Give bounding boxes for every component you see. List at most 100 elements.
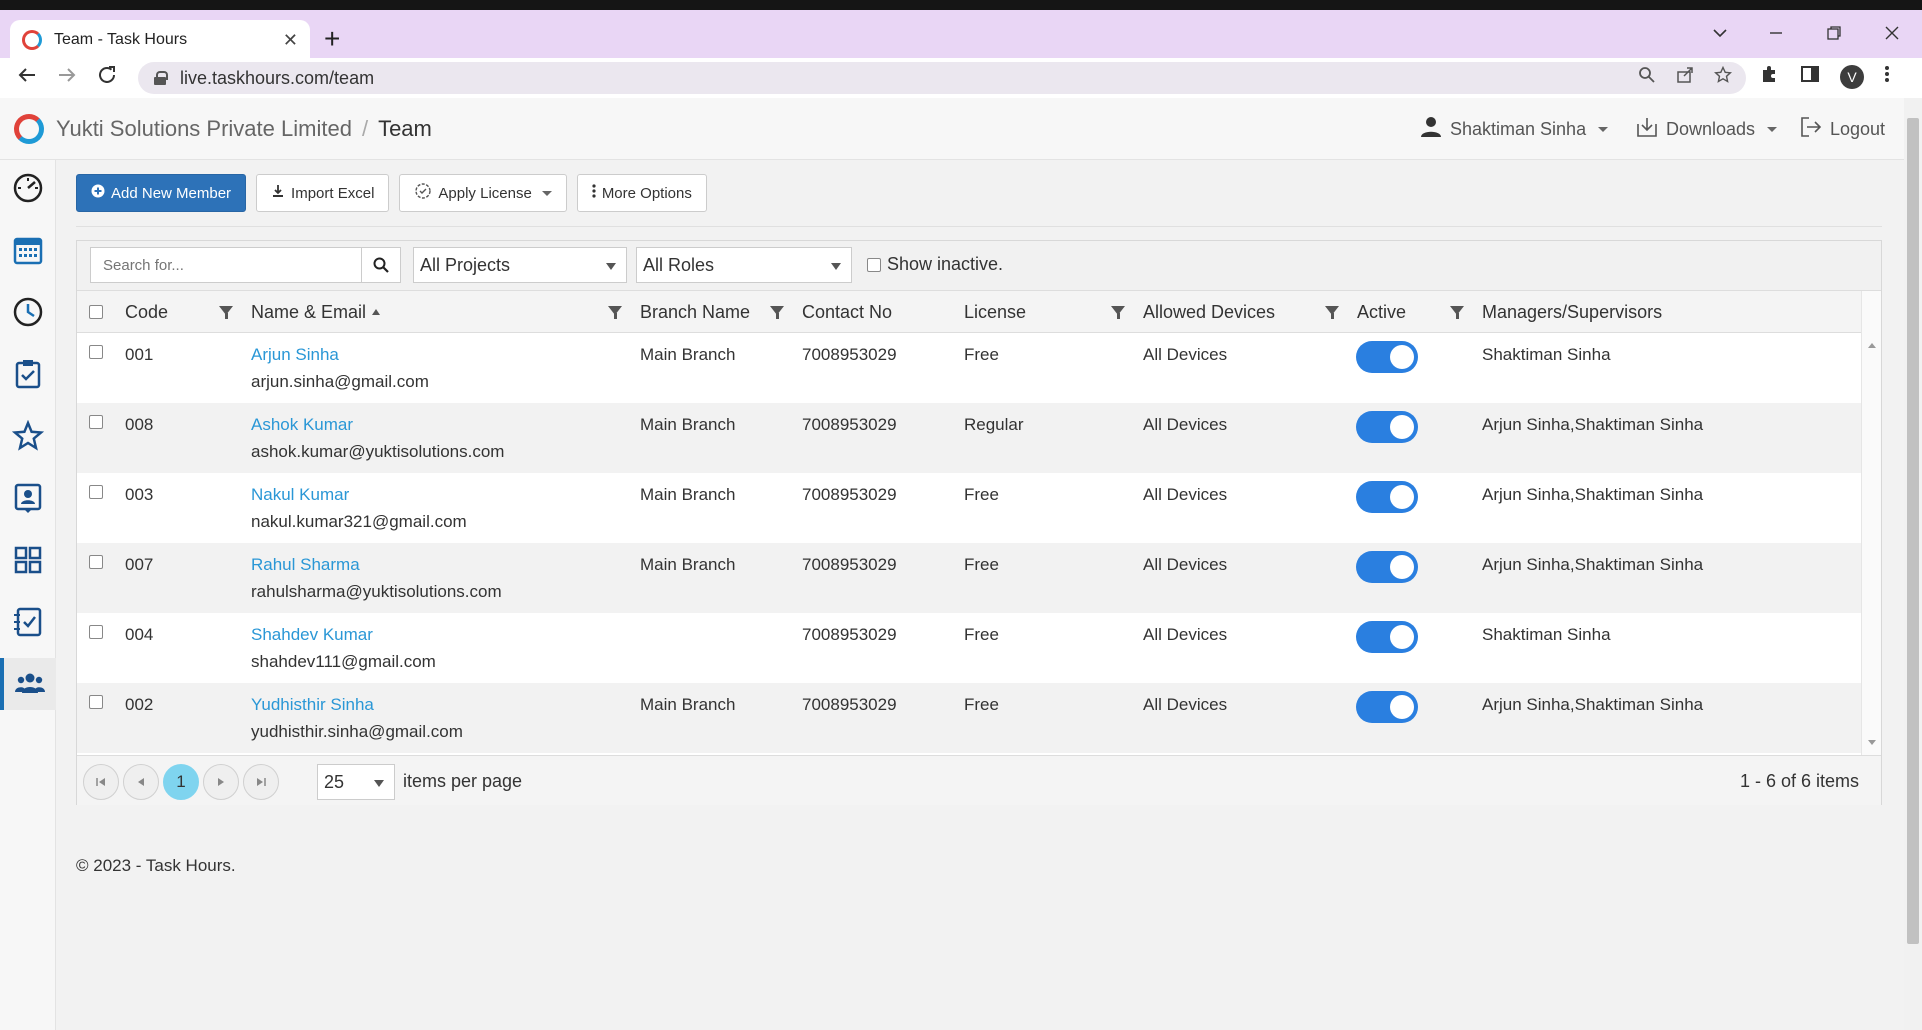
- sidebar-item-team[interactable]: [0, 658, 56, 710]
- active-toggle[interactable]: [1356, 341, 1418, 373]
- apply-license-button[interactable]: Apply License: [399, 174, 567, 212]
- restore-icon[interactable]: [1826, 24, 1842, 47]
- roles-select[interactable]: All Roles: [636, 247, 852, 283]
- table-row[interactable]: 003 Nakul Kumar nakul.kumar321@gmail.com …: [77, 473, 1861, 543]
- caret-down-icon: [1767, 127, 1778, 132]
- next-page-button[interactable]: [203, 764, 239, 800]
- page-size-select[interactable]: 25: [317, 764, 395, 800]
- table-row[interactable]: 001 Arjun Sinha arjun.sinha@gmail.com Mai…: [77, 333, 1861, 403]
- member-name-link[interactable]: Shahdev Kumar: [251, 625, 373, 644]
- column-filter-icon[interactable]: [608, 306, 622, 319]
- active-toggle[interactable]: [1356, 691, 1418, 723]
- sort-ascending-icon: [372, 309, 381, 315]
- downloads-menu[interactable]: Downloads: [1636, 116, 1778, 143]
- forward-arrow-icon[interactable]: [56, 64, 78, 92]
- member-name-link[interactable]: Yudhisthir Sinha: [251, 695, 374, 714]
- close-window-icon[interactable]: [1884, 24, 1900, 47]
- user-menu[interactable]: Shaktiman Sinha: [1420, 116, 1609, 143]
- column-header-branch[interactable]: Branch Name: [640, 291, 750, 333]
- sidebar-item-approvals[interactable]: [0, 348, 56, 400]
- row-checkbox[interactable]: [89, 485, 103, 499]
- bookmark-star-icon[interactable]: [1713, 65, 1733, 89]
- sidebar-item-tasks[interactable]: [0, 596, 56, 648]
- profile-avatar[interactable]: V: [1840, 64, 1864, 89]
- grid-scrollbar[interactable]: [1861, 291, 1881, 755]
- more-options-button[interactable]: More Options: [576, 174, 707, 212]
- show-inactive-toggle[interactable]: Show inactive.: [867, 254, 1003, 275]
- app-logo-icon[interactable]: [14, 114, 44, 144]
- active-toggle[interactable]: [1356, 481, 1418, 513]
- app-header: Yukti Solutions Private Limited / Team Sha…: [0, 98, 1904, 160]
- back-arrow-icon[interactable]: [16, 64, 38, 92]
- table-row[interactable]: 008 Ashok Kumar ashok.kumar@yuktisolution…: [77, 403, 1861, 473]
- zoom-search-icon[interactable]: [1638, 66, 1656, 89]
- column-header-name-email[interactable]: Name & Email: [251, 291, 381, 333]
- column-filter-icon[interactable]: [1450, 306, 1464, 319]
- first-page-button[interactable]: [83, 764, 119, 800]
- import-excel-button[interactable]: Import Excel: [256, 174, 390, 212]
- sidebar-item-modules[interactable]: [0, 534, 56, 586]
- member-name-link[interactable]: Ashok Kumar: [251, 415, 353, 434]
- projects-select[interactable]: All Projects: [413, 247, 627, 283]
- sidebar-item-dashboard[interactable]: [0, 162, 56, 214]
- scroll-down-icon[interactable]: [1868, 740, 1876, 745]
- select-all-checkbox[interactable]: [89, 305, 103, 319]
- more-options-label: More Options: [601, 184, 692, 202]
- logout-button[interactable]: Logout: [1800, 116, 1885, 143]
- table-row[interactable]: 002 Yudhisthir Sinha yudhisthir.sinha@gma…: [77, 683, 1861, 753]
- prev-page-button[interactable]: [123, 764, 159, 800]
- minimize-icon[interactable]: [1768, 24, 1784, 47]
- column-filter-icon[interactable]: [1325, 306, 1339, 319]
- column-header-managers[interactable]: Managers/Supervisors: [1482, 291, 1662, 333]
- member-name-link[interactable]: Nakul Kumar: [251, 485, 349, 504]
- column-header-license[interactable]: License: [964, 291, 1026, 333]
- sidebar-item-timesheet[interactable]: [0, 286, 56, 338]
- row-checkbox[interactable]: [89, 695, 103, 709]
- table-row[interactable]: 004 Shahdev Kumar shahdev111@gmail.com 70…: [77, 613, 1861, 683]
- cell-contact: 7008953029: [802, 555, 897, 574]
- column-filter-icon[interactable]: [1111, 306, 1125, 319]
- scrollbar-thumb[interactable]: [1907, 118, 1919, 944]
- search-button[interactable]: [361, 247, 401, 283]
- tab-close-icon[interactable]: ✕: [283, 30, 298, 51]
- new-tab-button[interactable]: +: [324, 24, 340, 54]
- member-name-link[interactable]: Arjun Sinha: [251, 345, 339, 364]
- column-filter-icon[interactable]: [219, 306, 233, 319]
- sidebar-item-favorites[interactable]: [0, 410, 56, 462]
- cell-name-email: Rahul Sharma rahulsharma@yuktisolutions.c…: [251, 555, 502, 602]
- search-input[interactable]: [90, 247, 362, 283]
- row-checkbox[interactable]: [89, 625, 103, 639]
- row-checkbox[interactable]: [89, 555, 103, 569]
- cell-code: 008: [125, 415, 154, 434]
- row-checkbox[interactable]: [89, 345, 103, 359]
- reload-icon[interactable]: [96, 64, 118, 92]
- last-page-button[interactable]: [243, 764, 279, 800]
- column-header-devices[interactable]: Allowed Devices: [1143, 291, 1275, 333]
- active-toggle[interactable]: [1356, 551, 1418, 583]
- page-scrollbar[interactable]: [1904, 98, 1922, 1030]
- share-icon[interactable]: [1676, 66, 1694, 89]
- row-checkbox[interactable]: [89, 415, 103, 429]
- side-panel-icon[interactable]: [1800, 64, 1820, 89]
- sidebar-item-calendar[interactable]: [0, 224, 56, 276]
- table-row[interactable]: 007 Rahul Sharma rahulsharma@yuktisolutio…: [77, 543, 1861, 613]
- sidebar-item-profile[interactable]: [0, 472, 56, 524]
- scroll-up-icon[interactable]: [1868, 343, 1876, 348]
- member-name-link[interactable]: Rahul Sharma: [251, 555, 360, 574]
- address-bar[interactable]: live.taskhours.com/team: [138, 62, 1746, 94]
- extensions-puzzle-icon[interactable]: [1760, 64, 1780, 89]
- company-name[interactable]: Yukti Solutions Private Limited: [56, 116, 352, 141]
- add-new-member-button[interactable]: Add New Member: [76, 174, 247, 212]
- column-filter-icon[interactable]: [770, 306, 784, 319]
- column-header-contact[interactable]: Contact No: [802, 291, 892, 333]
- column-header-code[interactable]: Code: [125, 291, 168, 333]
- browser-tab[interactable]: Team - Task Hours ✕: [10, 20, 310, 60]
- tab-search-chevron-icon[interactable]: [1712, 24, 1728, 47]
- page-number-button[interactable]: 1: [163, 764, 199, 800]
- browser-titlebar: Team - Task Hours ✕ +: [0, 0, 1922, 60]
- browser-menu-icon[interactable]: [1884, 64, 1890, 89]
- show-inactive-checkbox[interactable]: [867, 257, 881, 272]
- active-toggle[interactable]: [1356, 411, 1418, 443]
- active-toggle[interactable]: [1356, 621, 1418, 653]
- column-header-active[interactable]: Active: [1357, 291, 1406, 333]
